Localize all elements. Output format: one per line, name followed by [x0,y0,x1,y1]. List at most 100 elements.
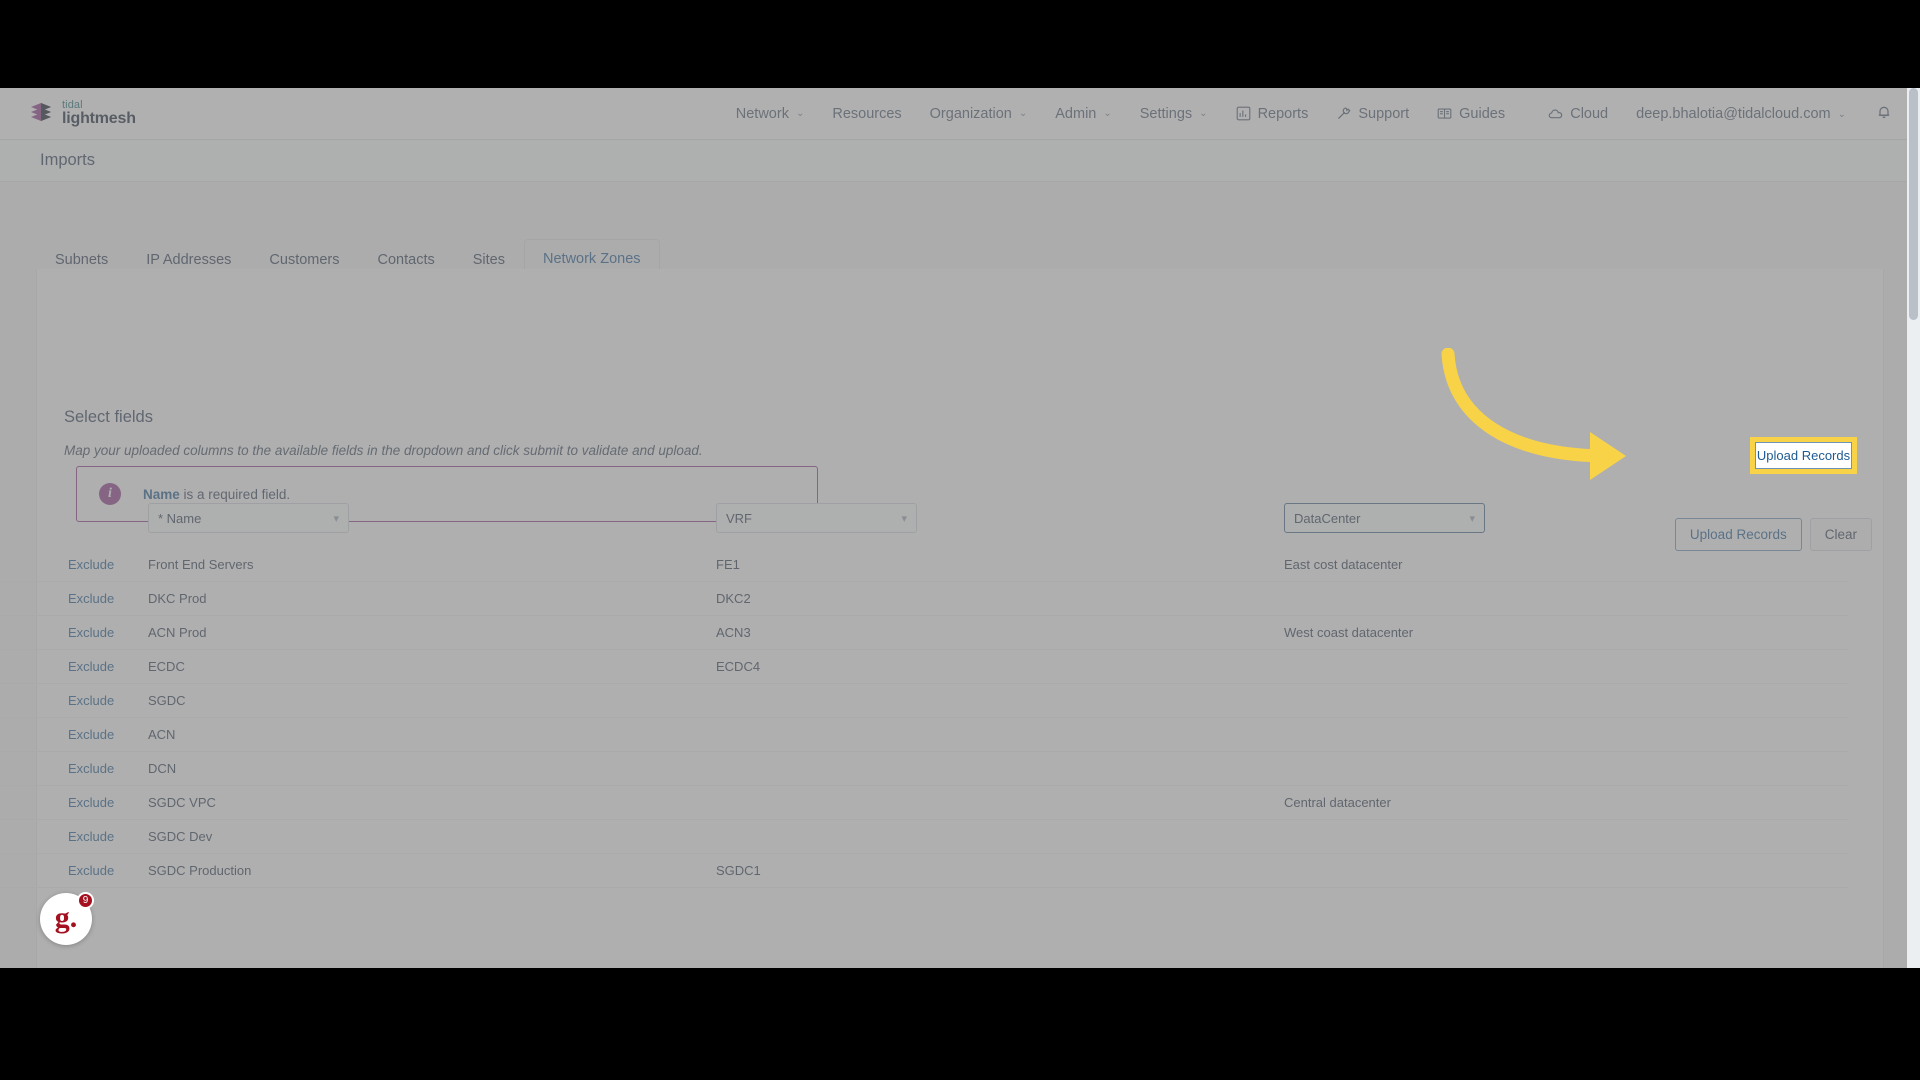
table-row: Exclude SGDC [0,684,1848,718]
cell-vrf: ACN3 [716,625,751,640]
chevron-down-icon: ⌄ [1103,108,1112,119]
app-viewport: tidal lightmesh Network ⌄ Resources Orga… [0,88,1920,968]
cell-vrf: DKC2 [716,591,751,606]
cell-name: Front End Servers [148,557,254,572]
cell-name: ACN [148,727,176,742]
field-select-value: DataCenter [1294,510,1361,526]
table-row: Exclude Front End Servers FE1 East cost … [0,548,1848,582]
book-icon [1437,106,1452,121]
help-widget-logo: g. [54,901,78,934]
help-widget-button[interactable]: g. 9 [40,892,94,945]
nav-item-admin[interactable]: Admin ⌄ [1041,100,1126,128]
upload-records-highlight-label[interactable]: Upload Records [1755,442,1852,469]
brand-name-bottom: lightmesh [62,110,136,127]
validation-alert-field: Name [143,486,180,502]
cell-name: SGDC [148,693,186,708]
exclude-link[interactable]: Exclude [68,625,114,640]
scrollbar-thumb[interactable] [1909,88,1918,320]
top-navbar: tidal lightmesh Network ⌄ Resources Orga… [0,88,1920,140]
chevron-down-icon: ⌄ [1837,108,1846,120]
nav-item-guides[interactable]: Guides [1423,100,1519,128]
select-fields-heading: Select fields [64,408,153,426]
brand-logo-link[interactable]: tidal lightmesh [28,100,136,127]
cell-name: SGDC VPC [148,795,216,810]
cell-name: SGDC Dev [148,829,213,844]
nav-label: Guides [1459,105,1506,122]
exclude-link[interactable]: Exclude [68,829,114,844]
nav-item-reports[interactable]: Reports [1222,100,1323,128]
nav-item-settings[interactable]: Settings ⌄ [1126,100,1222,128]
table-row: Exclude DKC Prod DKC2 [0,582,1848,616]
table-row: Exclude SGDC Production SGDC1 [0,854,1848,888]
cell-datacenter: West coast datacenter [1284,625,1414,640]
user-menu[interactable]: deep.bhalotia@tidalcloud.com ⌄ [1622,100,1860,128]
cell-name: ACN Prod [148,625,207,640]
exclude-link[interactable]: Exclude [68,795,114,810]
validation-alert-message: is a required field. [179,486,291,502]
nav-label: Admin [1055,105,1097,122]
user-email: deep.bhalotia@tidalcloud.com [1636,106,1831,122]
cell-name: DKC Prod [148,591,207,606]
chevron-down-icon: ⌄ [1018,108,1028,119]
nav-primary-links: Network ⌄ Resources Organization ⌄ Admin… [722,100,1519,128]
chevron-down-icon: ▾ [1469,512,1475,525]
page-title: Imports [40,151,96,169]
field-select-datacenter[interactable]: DataCenter ▾ [1284,503,1485,533]
nav-item-network[interactable]: Network ⌄ [722,100,819,128]
nav-secondary-links: Cloud deep.bhalotia@tidalcloud.com ⌄ [1534,88,1902,140]
nav-item-resources[interactable]: Resources [818,100,915,128]
cell-name: ECDC [148,659,185,674]
nav-label: Cloud [1570,106,1609,122]
exclude-link[interactable]: Exclude [68,659,114,674]
select-fields-description: Map your uploaded columns to the availab… [64,443,703,458]
table-row: Exclude SGDC VPC Central datacenter [0,786,1848,820]
cell-vrf: ECDC4 [716,659,761,674]
table-row: Exclude ACN [0,718,1848,752]
exclude-link[interactable]: Exclude [68,727,114,742]
chevron-down-icon: ⌄ [795,108,805,119]
table-row: Exclude ECDC ECDC4 [0,650,1848,684]
nav-label: Support [1358,105,1410,122]
validation-alert-text: Name is a required field. [143,487,290,502]
field-select-name[interactable]: * Name ▾ [148,503,349,533]
exclude-link[interactable]: Exclude [68,557,114,572]
cell-datacenter: East cost datacenter [1284,557,1403,572]
exclude-link[interactable]: Exclude [68,591,114,606]
chevron-down-icon: ▾ [333,512,339,525]
nav-label: Organization [929,105,1012,122]
cell-vrf: FE1 [716,557,740,572]
wrench-icon [1336,106,1351,121]
nav-label: Resources [832,105,902,122]
nav-item-support[interactable]: Support [1322,100,1423,128]
nav-item-cloud[interactable]: Cloud [1534,100,1622,128]
page-header: Imports [0,140,1920,182]
table-row: Exclude DCN [0,752,1848,786]
chevron-down-icon: ⌄ [1199,108,1208,119]
cell-name: DCN [148,761,177,776]
cell-name: SGDC Production [148,863,252,878]
tidal-lightmesh-logo-icon [31,102,51,121]
field-select-vrf[interactable]: VRF ▾ [716,503,917,533]
nav-item-organization[interactable]: Organization ⌄ [916,100,1042,128]
info-icon: i [99,483,121,505]
table-row: Exclude ACN Prod ACN3 West coast datacen… [0,616,1848,650]
cloud-icon [1548,107,1563,122]
upload-records-highlight: Upload Records [1750,437,1857,474]
page-scrollbar[interactable] [1907,88,1920,968]
nav-label: Settings [1139,105,1193,122]
field-mapping-dropdown-row: * Name ▾ VRF ▾ DataCenter ▾ [0,503,1848,543]
cell-datacenter: Central datacenter [1284,795,1391,810]
chevron-down-icon: ▾ [901,512,907,525]
nav-label: Reports [1257,105,1309,122]
exclude-link[interactable]: Exclude [68,863,114,878]
table-row: Exclude SGDC Dev [0,820,1848,854]
exclude-link[interactable]: Exclude [68,761,114,776]
field-select-value: * Name [158,510,202,526]
field-select-value: VRF [726,510,752,526]
bar-chart-icon [1236,106,1251,121]
cell-vrf: SGDC1 [716,863,761,878]
mapping-rows: Exclude Front End Servers FE1 East cost … [0,548,1848,888]
exclude-link[interactable]: Exclude [68,693,114,708]
nav-label: Network [735,105,789,122]
notification-bell-icon[interactable] [1860,98,1902,131]
